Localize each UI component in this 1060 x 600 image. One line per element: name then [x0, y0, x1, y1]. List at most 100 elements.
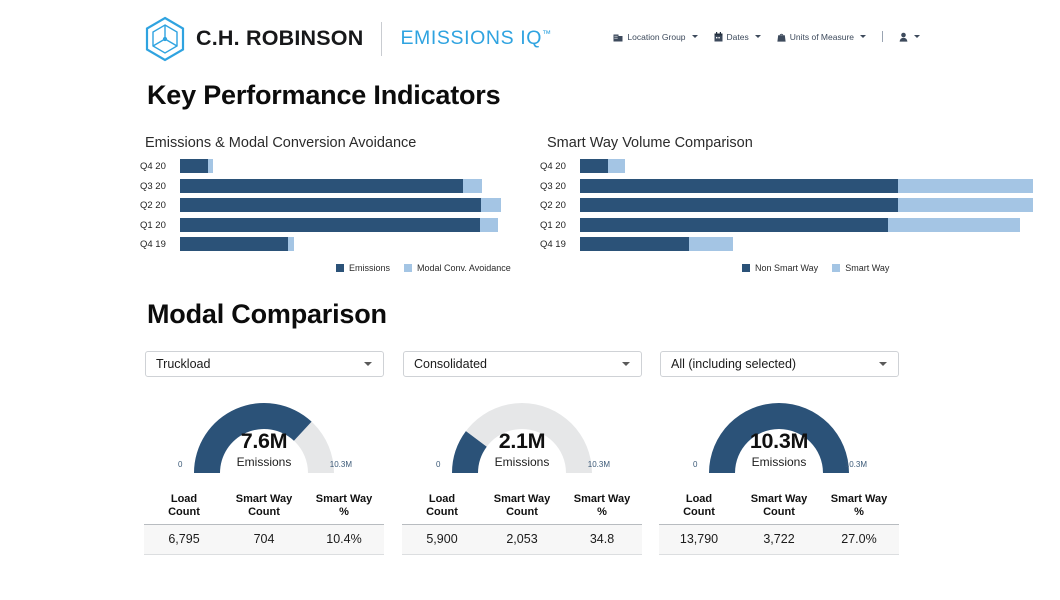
table-cell: 6,795 — [144, 525, 224, 554]
trademark-symbol: ™ — [542, 29, 552, 39]
bar-row: Q2 20 — [140, 197, 520, 214]
bar-row: Q3 20 — [540, 178, 920, 195]
table-cell: 10.4% — [304, 525, 384, 554]
table-cell: 34.8 — [562, 525, 642, 554]
bar-category-label: Q4 19 — [540, 236, 576, 253]
chevron-down-icon — [692, 35, 698, 38]
bar-category-label: Q3 20 — [540, 178, 576, 195]
nav-divider — [882, 31, 883, 42]
nav-item-location-group[interactable]: Location Group — [613, 32, 697, 42]
gauge-min-label: 0 — [178, 460, 182, 469]
nav-item-account[interactable] — [899, 32, 920, 42]
chart-legend-smartway-volume: Non Smart WaySmart Way — [742, 263, 889, 273]
bar-track — [180, 179, 482, 193]
stats-column-header-line: Smart Way — [494, 493, 550, 505]
stats-column-header: Smart Way% — [819, 493, 899, 524]
modal-panel-combined: 10.3MEmissions010.3MLoadCountSmart WayCo… — [659, 385, 899, 575]
select-mode-primary[interactable]: Truckload — [145, 351, 384, 377]
legend-swatch — [742, 264, 750, 272]
bar-row: Q1 20 — [540, 217, 920, 234]
bar-category-label: Q3 20 — [140, 178, 176, 195]
bar-track — [580, 237, 733, 251]
legend-label: Modal Conv. Avoidance — [417, 263, 511, 273]
chevron-down-icon — [755, 35, 761, 38]
bar-row: Q4 19 — [140, 236, 520, 253]
stats-column-header-line: % — [854, 506, 864, 518]
bar-chart-emissions-avoidance: Q4 20Q3 20Q2 20Q1 20Q4 19 — [140, 158, 520, 243]
bar-row: Q3 20 — [140, 178, 520, 195]
brand-logo[interactable]: C.H. ROBINSON EMISSIONS IQ™ — [144, 16, 552, 62]
app-header: C.H. ROBINSON EMISSIONS IQ™ Location Gro… — [0, 0, 1060, 72]
stats-column-header-line: Count — [426, 506, 458, 518]
gauge-caption: Emissions — [176, 455, 352, 469]
bar-track — [580, 159, 625, 173]
table-row: 13,7903,72227.0% — [659, 525, 899, 555]
gauge-value: 2.1M — [434, 429, 610, 454]
bar-segment-primary — [580, 159, 608, 173]
stats-column-header: Smart WayCount — [739, 493, 819, 524]
select-mode-combined[interactable]: All (including selected) — [660, 351, 899, 377]
nav-item-dates[interactable]: Dates — [714, 32, 761, 42]
table-row: 5,9002,05334.8 — [402, 525, 642, 555]
bar-segment-secondary — [480, 218, 498, 232]
stats-column-header-line: Smart Way — [236, 493, 292, 505]
nav-label-location-group: Location Group — [627, 32, 685, 42]
gauge-chart: 7.6MEmissions010.3M — [176, 385, 352, 477]
bar-segment-secondary — [481, 198, 501, 212]
stats-table: LoadCountSmart WayCountSmart Way%13,7903… — [659, 493, 899, 555]
bar-segment-secondary — [608, 159, 625, 173]
gauge-value: 10.3M — [691, 429, 867, 454]
bar-segment-secondary — [898, 179, 1033, 193]
nav-label-units-of-measure: Units of Measure — [790, 32, 854, 42]
building-icon — [613, 32, 623, 42]
gauge-max-label: 10.3M — [845, 460, 867, 469]
stats-column-header: Smart Way% — [562, 493, 642, 524]
gauge-max-label: 10.3M — [588, 460, 610, 469]
product-name-text: EMISSIONS IQ — [400, 27, 542, 49]
stats-column-header-line: Count — [506, 506, 538, 518]
legend-label: Non Smart Way — [755, 263, 818, 273]
modal-panel-secondary: 2.1MEmissions010.3MLoadCountSmart WayCou… — [402, 385, 642, 575]
bar-category-label: Q4 20 — [140, 158, 176, 175]
stats-column-header-line: Load — [686, 493, 712, 505]
gauge-chart: 10.3MEmissions010.3M — [691, 385, 867, 477]
modal-panel-primary: 7.6MEmissions010.3M LoadCountSmart WayCou… — [144, 385, 384, 575]
stats-column-header-line: % — [339, 506, 349, 518]
legend-item: Emissions — [336, 263, 390, 273]
bar-segment-primary — [580, 198, 898, 212]
bar-row-gap — [140, 253, 520, 256]
nav-label-dates: Dates — [727, 32, 749, 42]
brand-name: C.H. ROBINSON — [196, 28, 363, 50]
page-title-modal-comparison: Modal Comparison — [147, 299, 387, 330]
bar-track — [180, 237, 294, 251]
bar-segment-primary — [180, 179, 463, 193]
bar-segment-secondary — [898, 198, 1033, 212]
select-mode-primary-value: Truckload — [146, 357, 364, 371]
legend-swatch — [832, 264, 840, 272]
stats-column-header: Smart Way% — [304, 493, 384, 524]
stats-table-header: LoadCountSmart WayCountSmart Way% — [144, 493, 384, 524]
chevron-down-icon — [364, 362, 372, 366]
stats-column-header-line: % — [597, 506, 607, 518]
bar-category-label: Q2 20 — [140, 197, 176, 214]
stats-column-header-line: Smart Way — [751, 493, 807, 505]
chevron-down-icon — [879, 362, 887, 366]
nav-item-units-of-measure[interactable]: Units of Measure — [777, 32, 866, 42]
legend-swatch — [404, 264, 412, 272]
stats-column-header-line: Count — [763, 506, 795, 518]
bar-row: Q2 20 — [540, 197, 920, 214]
legend-item: Non Smart Way — [742, 263, 818, 273]
chevron-down-icon — [622, 362, 630, 366]
top-navigation: Location Group Dates — [613, 31, 920, 42]
select-mode-secondary-value: Consolidated — [404, 357, 622, 371]
select-mode-secondary[interactable]: Consolidated — [403, 351, 642, 377]
bar-row: Q4 20 — [540, 158, 920, 175]
bar-row: Q1 20 — [140, 217, 520, 234]
table-cell: 13,790 — [659, 525, 739, 554]
stats-table-header: LoadCountSmart WayCountSmart Way% — [659, 493, 899, 524]
bar-track — [580, 218, 1020, 232]
stats-column-header-line: Smart Way — [316, 493, 372, 505]
gauge-min-label: 0 — [693, 460, 697, 469]
stats-column-header-line: Count — [683, 506, 715, 518]
bar-segment-secondary — [689, 237, 733, 251]
